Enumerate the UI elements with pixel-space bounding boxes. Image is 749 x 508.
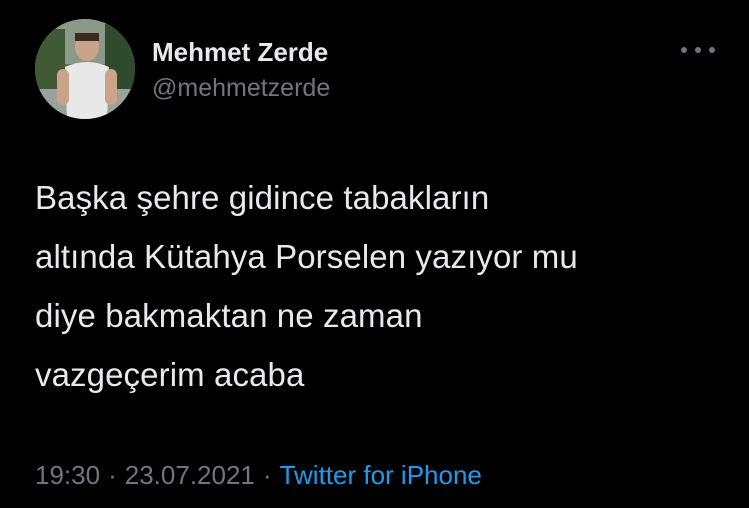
tweet-card: Mehmet Zerde @mehmetzerde Başka şehre gi… — [0, 0, 749, 508]
tweet-source-link[interactable]: Twitter for iPhone — [280, 460, 482, 490]
tweet-meta: 19:30 · 23.07.2021 · Twitter for iPhone — [35, 458, 482, 492]
ellipsis-icon — [681, 47, 715, 53]
tweet-date[interactable]: 23.07.2021 — [125, 460, 255, 490]
avatar[interactable] — [35, 19, 135, 119]
author-handle[interactable]: @mehmetzerde — [152, 72, 330, 104]
separator: · — [108, 460, 117, 490]
tweet-text: Başka şehre gidince tabakların altında K… — [35, 179, 578, 393]
more-options-button[interactable] — [676, 38, 720, 62]
profile-photo-icon — [35, 19, 135, 119]
author-name[interactable]: Mehmet Zerde — [152, 36, 328, 68]
tweet-time[interactable]: 19:30 — [35, 460, 100, 490]
separator: · — [262, 460, 272, 490]
